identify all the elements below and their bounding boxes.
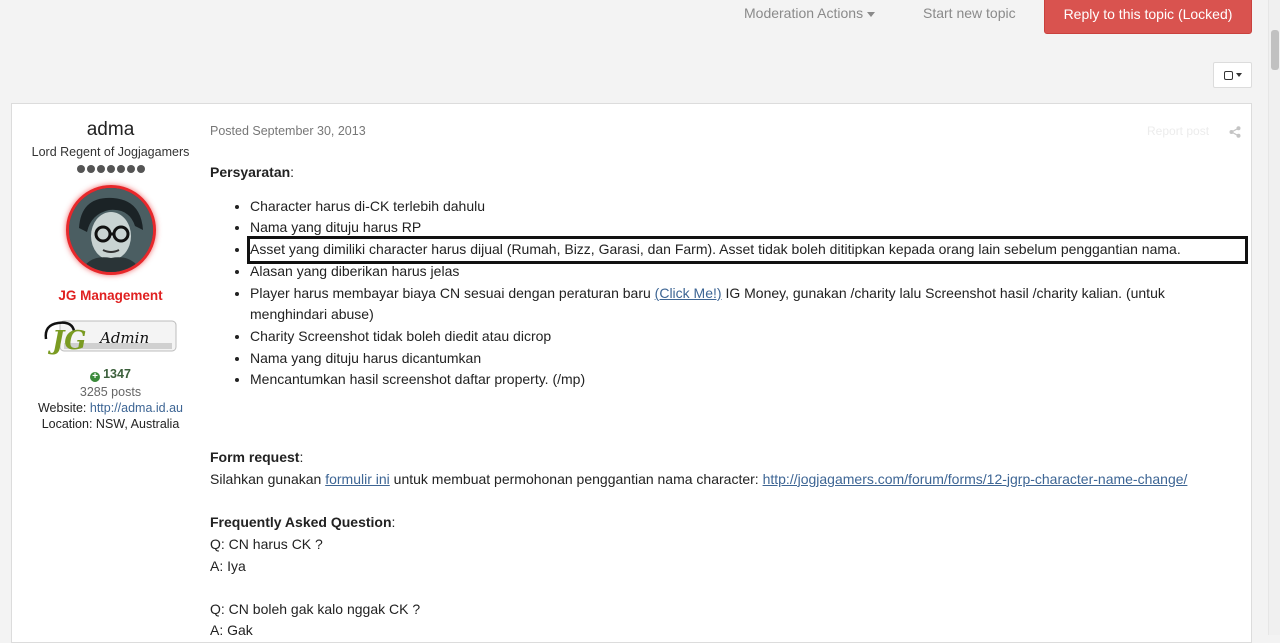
chevron-down-icon bbox=[1235, 73, 1242, 77]
post-date[interactable]: Posted September 30, 2013 bbox=[210, 124, 366, 138]
author-location: Location: NSW, Australia bbox=[41, 417, 180, 431]
page-scrollbar[interactable] bbox=[1268, 0, 1280, 635]
chevron-down-icon bbox=[867, 11, 876, 17]
faq-question: Q: CN harus CK ? bbox=[210, 536, 323, 553]
scrollbar-thumb[interactable] bbox=[1271, 30, 1279, 70]
plus-icon: + bbox=[90, 372, 101, 382]
requirements-heading: Persyaratan bbox=[210, 164, 291, 180]
list-item: Alasan yang diberikan harus jelas bbox=[250, 261, 1245, 283]
svg-text:JG: JG bbox=[47, 326, 87, 356]
admin-badge-image: JG Admin bbox=[42, 313, 180, 359]
form-url-link[interactable]: http://jogjagamers.com/forum/forms/12-jg… bbox=[763, 471, 1188, 487]
faq-answer: A: Iya bbox=[210, 557, 246, 574]
share-icon[interactable] bbox=[1229, 126, 1241, 138]
list-item: Player harus membayar biaya CN sesuai de… bbox=[250, 283, 1245, 326]
moderation-actions-label: Moderation Actions bbox=[744, 5, 864, 21]
author-panel: adma Lord Regent of Jogjagamers JG Manag… bbox=[12, 104, 209, 431]
reputation-badge[interactable]: +1347 bbox=[12, 367, 209, 382]
form-link[interactable]: formulir ini bbox=[325, 471, 390, 487]
faq-heading: Frequently Asked Question bbox=[210, 514, 392, 531]
topic-toolbar: Moderation Actions Start new topic Reply… bbox=[0, 0, 1268, 60]
website-link[interactable]: http://adma.id.au bbox=[90, 401, 183, 415]
svg-text:Admin: Admin bbox=[98, 329, 149, 347]
list-item: Nama yang dituju harus dicantumkan bbox=[250, 348, 1245, 370]
post-body: Persyaratan: Character harus di-CK terle… bbox=[210, 162, 1248, 642]
post-count: 3285 posts bbox=[79, 385, 142, 399]
list-item-highlighted: Asset yang dimiliki character harus diju… bbox=[247, 236, 1248, 264]
forum-post: adma Lord Regent of Jogjagamers JG Manag… bbox=[11, 103, 1252, 643]
author-name[interactable]: adma bbox=[12, 119, 209, 141]
checkbox-icon bbox=[1223, 70, 1233, 80]
report-post-link[interactable]: Report post bbox=[1147, 124, 1209, 138]
rank-pips bbox=[12, 165, 209, 173]
list-item: Charity Screenshot tidak boleh diedit at… bbox=[250, 326, 1245, 348]
start-new-topic-link[interactable]: Start new topic bbox=[923, 5, 1016, 21]
faq-answer: A: Gak bbox=[210, 622, 253, 639]
list-item: Character harus di-CK terlebih dahulu bbox=[250, 196, 1245, 218]
author-title: Lord Regent of Jogjagamers bbox=[31, 145, 190, 159]
list-item: Mencantumkan hasil screenshot daftar pro… bbox=[250, 369, 1245, 391]
multi-select-button[interactable] bbox=[1213, 62, 1252, 88]
list-item: Nama yang dituju harus RP bbox=[250, 217, 1245, 239]
requirements-list: Character harus di-CK terlebih dahulu Na… bbox=[210, 196, 1248, 391]
reply-topic-button[interactable]: Reply to this topic (Locked) bbox=[1044, 0, 1252, 34]
faq-question: Q: CN boleh gak kalo nggak CK ? bbox=[210, 600, 421, 617]
form-heading: Form request bbox=[210, 449, 300, 466]
avatar[interactable] bbox=[65, 185, 156, 275]
author-website: Website: http://adma.id.au bbox=[37, 401, 183, 415]
author-group: JG Management bbox=[58, 288, 163, 303]
moderation-actions-menu[interactable]: Moderation Actions bbox=[744, 5, 876, 21]
form-request-text: Silahkan gunakan formulir ini untuk memb… bbox=[210, 470, 1188, 487]
click-me-link[interactable]: (Click Me!) bbox=[655, 285, 722, 301]
